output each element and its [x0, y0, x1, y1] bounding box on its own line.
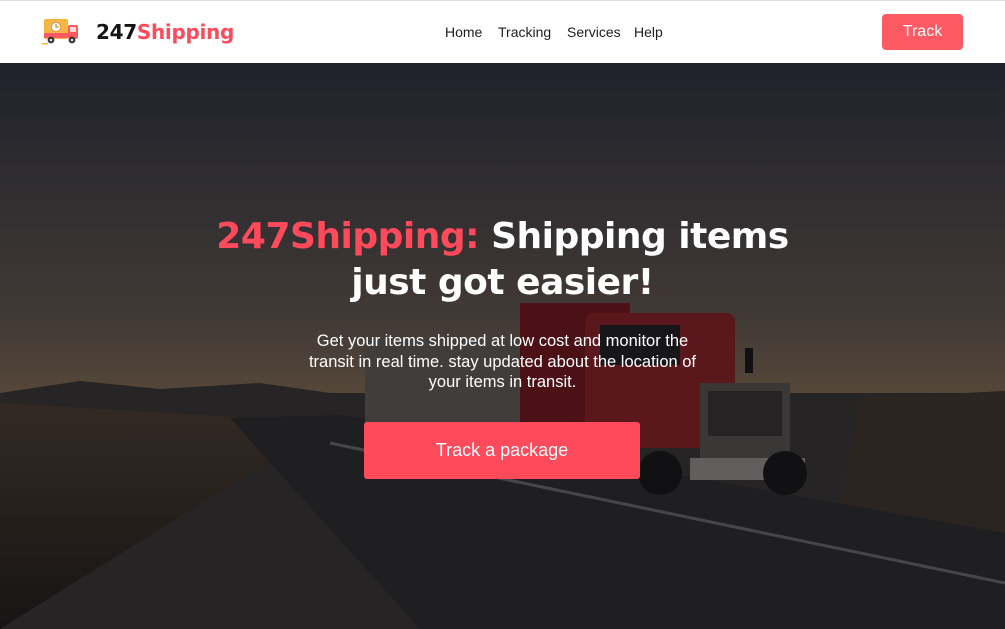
hero-subtext: Get your items shipped at low cost and m… — [308, 332, 697, 391]
nav-home[interactable]: Home — [445, 23, 482, 41]
brand-name-part2: Shipping — [136, 20, 235, 44]
delivery-truck-clock-icon[interactable] — [42, 15, 82, 47]
hero-headline: 247Shipping: Shipping items just got eas… — [0, 214, 1005, 306]
track-button[interactable]: Track — [882, 14, 963, 50]
headline-line1: Shipping items — [491, 216, 789, 257]
headline-accent: 247Shipping: — [216, 216, 480, 257]
hero-section: 247Shipping: Shipping items just got eas… — [0, 63, 1005, 629]
brand-name[interactable]: 247Shipping — [96, 20, 234, 44]
headline-line2: just got easier! — [351, 262, 654, 303]
page: 247Shipping Home Tracking Services Help … — [0, 0, 1005, 629]
track-package-button[interactable]: Track a package — [364, 422, 640, 479]
nav-help[interactable]: Help — [634, 23, 663, 41]
navbar: 247Shipping Home Tracking Services Help … — [0, 0, 1005, 63]
nav-tracking[interactable]: Tracking — [498, 23, 551, 41]
nav-services[interactable]: Services — [567, 23, 621, 41]
brand-name-part1: 247 — [96, 20, 137, 44]
